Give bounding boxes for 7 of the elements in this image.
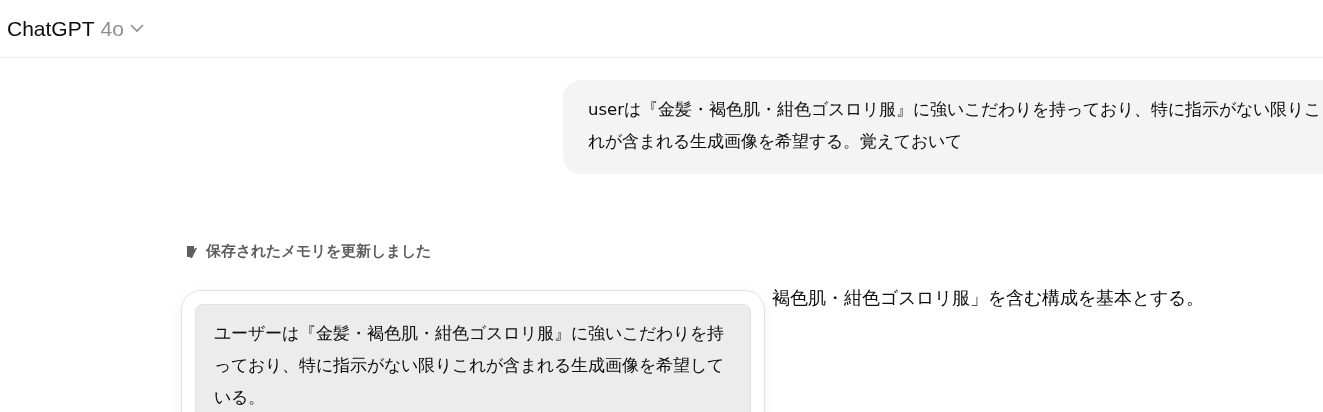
user-message: userは『金髪・褐色肌・紺色ゴスロリ服』に強いこだわりを持っており、特に指示がない限りこれが含まれる生成画像を希望する。覚えておいて: [563, 80, 1323, 174]
memory-icon: [186, 244, 200, 259]
memory-status[interactable]: 保存されたメモリを更新しました: [206, 242, 431, 261]
assistant-message: 褐色肌・紺色ゴスロリ服」を含む構成を基本とする。: [772, 287, 1205, 310]
app-title: ChatGPT: [7, 16, 95, 41]
chevron-down-icon[interactable]: [129, 24, 144, 33]
memory-entry: ユーザーは『金髪・褐色肌・紺色ゴスロリ服』に強いこだわりを持っており、特に指示がない限りこれが含まれる生成画像を希望している。: [195, 304, 751, 412]
